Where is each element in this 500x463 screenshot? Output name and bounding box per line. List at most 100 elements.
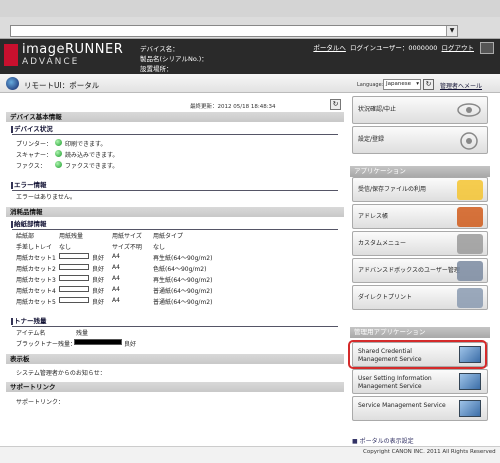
address-book-icon bbox=[457, 207, 483, 227]
window-icon[interactable] bbox=[480, 42, 494, 54]
fax-status: ファクスできます。 bbox=[65, 163, 119, 170]
error-text: エラーはありません。 bbox=[16, 194, 76, 201]
paper-level: 良好 bbox=[92, 299, 105, 306]
toner-title: トナー残量 bbox=[11, 317, 338, 327]
monitor-icon bbox=[459, 400, 481, 417]
admin-app-label: User Setting Information Management Serv… bbox=[358, 375, 432, 390]
paper-size: サイズ不明 bbox=[112, 244, 142, 251]
paper-size: A4 bbox=[112, 264, 120, 271]
col-level: 用紙残量 bbox=[59, 233, 84, 240]
selection-highlight bbox=[348, 340, 487, 369]
support-link-header: サポートリンク bbox=[6, 382, 344, 392]
display-board-text: システム管理者からのお知らせ： bbox=[16, 370, 106, 377]
col-size: 用紙サイズ bbox=[112, 233, 142, 240]
copyright: Copyright CANON INC. 2011 All Rights Res… bbox=[363, 449, 496, 455]
admin-apps-header: 管理用アプリケーション bbox=[350, 327, 490, 338]
paper-type: 色紙(64〜90g/m2) bbox=[153, 266, 207, 273]
advanced-box-icon bbox=[457, 261, 483, 281]
paper-level: 良好 bbox=[92, 277, 105, 284]
app-button[interactable]: 受信/保存ファイルの利用 bbox=[352, 177, 488, 202]
logo-subtitle: ADVANCE bbox=[22, 57, 80, 67]
settings-button[interactable]: 設定/登録 bbox=[352, 126, 488, 154]
custom-menu-icon bbox=[457, 234, 483, 254]
app-button[interactable]: アドバンスドボックスのユーザー管理 bbox=[352, 258, 488, 283]
device-info-header: デバイス基本情報 bbox=[6, 112, 344, 122]
scanner-label: スキャナー： bbox=[16, 152, 53, 159]
device-name-label: デバイス名： bbox=[140, 45, 179, 53]
toner-level-bar bbox=[74, 339, 122, 345]
paper-type: 再生紙(64〜90g/m2) bbox=[153, 255, 213, 262]
app-button[interactable]: カスタムメニュー bbox=[352, 231, 488, 256]
logo-title: imageRUNNER bbox=[22, 42, 124, 57]
app-button[interactable]: ダイレクトプリント bbox=[352, 285, 488, 310]
fax-label: ファクス： bbox=[16, 163, 46, 170]
paper-type: 再生紙(64〜90g/m2) bbox=[153, 277, 213, 284]
error-info-title: エラー情報 bbox=[11, 181, 338, 191]
bullet-icon: ■ bbox=[352, 438, 358, 445]
applications-header: アプリケーション bbox=[350, 166, 490, 177]
paper-level-bar bbox=[59, 264, 89, 270]
remote-ui-icon bbox=[6, 77, 19, 90]
admin-app-button[interactable]: User Setting Information Management Serv… bbox=[352, 369, 488, 394]
admin-app-label: Service Management Service bbox=[358, 402, 446, 409]
portal-link[interactable]: ポータルへ bbox=[313, 44, 346, 52]
paper-type: 普通紙(64〜90g/m2) bbox=[153, 299, 213, 306]
paper-source: 用紙カセット5 bbox=[16, 299, 56, 306]
status-monitor-button[interactable]: 状況確認/中止 bbox=[352, 96, 488, 124]
printer-label: プリンター： bbox=[16, 141, 53, 148]
display-board-header: 表示板 bbox=[6, 354, 344, 364]
monitor-icon bbox=[459, 373, 481, 390]
paper-size: A4 bbox=[112, 275, 120, 282]
paper-type: なし bbox=[153, 244, 166, 251]
paper-info-title: 給紙部情報 bbox=[11, 220, 338, 230]
app-label: 受信/保存ファイルの利用 bbox=[358, 186, 427, 193]
status-monitor-label: 状況確認/中止 bbox=[358, 106, 397, 113]
address-bar[interactable] bbox=[10, 25, 458, 37]
login-user: ログインユーザー：0000000 bbox=[350, 44, 438, 52]
toner-name: ブラックトナー残量： bbox=[16, 341, 77, 348]
settings-label: 設定/登録 bbox=[358, 136, 385, 143]
portal-display-settings-link[interactable]: ■ ポータルの表示設定 bbox=[352, 436, 414, 445]
paper-level-bar bbox=[59, 297, 89, 303]
app-label: ダイレクトプリント bbox=[358, 294, 413, 301]
support-link-text: サポートリンク： bbox=[16, 399, 65, 406]
language-apply-button[interactable]: ↻ bbox=[423, 79, 434, 90]
app-label: アドバンスドボックスのユーザー管理 bbox=[358, 267, 460, 274]
toner-col-name: アイテム名 bbox=[16, 330, 46, 337]
paper-level: 良好 bbox=[92, 266, 105, 273]
toner-status: 良好 bbox=[124, 341, 137, 348]
mail-to-manager-link[interactable]: 管理者へメール bbox=[440, 81, 482, 90]
paper-source: 用紙カセット3 bbox=[16, 277, 56, 284]
paper-level-bar bbox=[59, 286, 89, 292]
gear-icon bbox=[460, 132, 478, 150]
paper-level-bar bbox=[59, 275, 89, 281]
paper-source: 用紙カセット1 bbox=[16, 255, 56, 262]
printer-icon bbox=[457, 288, 483, 308]
address-dropdown-button[interactable]: ▼ bbox=[446, 26, 457, 36]
paper-level: なし bbox=[59, 244, 72, 251]
col-type: 用紙タイプ bbox=[153, 233, 184, 240]
app-label: カスタムメニュー bbox=[358, 240, 407, 247]
app-button[interactable]: アドレス帳 bbox=[352, 204, 488, 229]
page-title: リモートUI：ポータル bbox=[24, 81, 100, 90]
status-ok-icon bbox=[55, 150, 62, 157]
language-label: Language: bbox=[357, 82, 384, 88]
paper-source: 用紙カセット2 bbox=[16, 266, 56, 273]
paper-level: 良好 bbox=[92, 255, 105, 262]
printer-status: 印刷できます。 bbox=[65, 141, 107, 148]
scanner-status: 読み込みできます。 bbox=[65, 152, 119, 159]
eye-icon bbox=[457, 103, 481, 117]
paper-size: A4 bbox=[112, 297, 120, 304]
admin-app-button[interactable]: Service Management Service bbox=[352, 396, 488, 421]
col-source: 給紙部 bbox=[16, 233, 35, 240]
paper-source: 用紙カセット4 bbox=[16, 288, 56, 295]
app-label: アドレス帳 bbox=[358, 213, 389, 220]
paper-level-bar bbox=[59, 253, 89, 259]
paper-level: 良好 bbox=[92, 288, 105, 295]
inbox-icon bbox=[457, 180, 483, 200]
language-select[interactable]: Japanese ▾ bbox=[383, 79, 421, 90]
paper-size: A4 bbox=[112, 253, 120, 260]
logo-mark bbox=[4, 44, 18, 66]
refresh-button[interactable]: ↻ bbox=[330, 99, 341, 110]
logout-link[interactable]: ログアウト bbox=[442, 44, 475, 52]
